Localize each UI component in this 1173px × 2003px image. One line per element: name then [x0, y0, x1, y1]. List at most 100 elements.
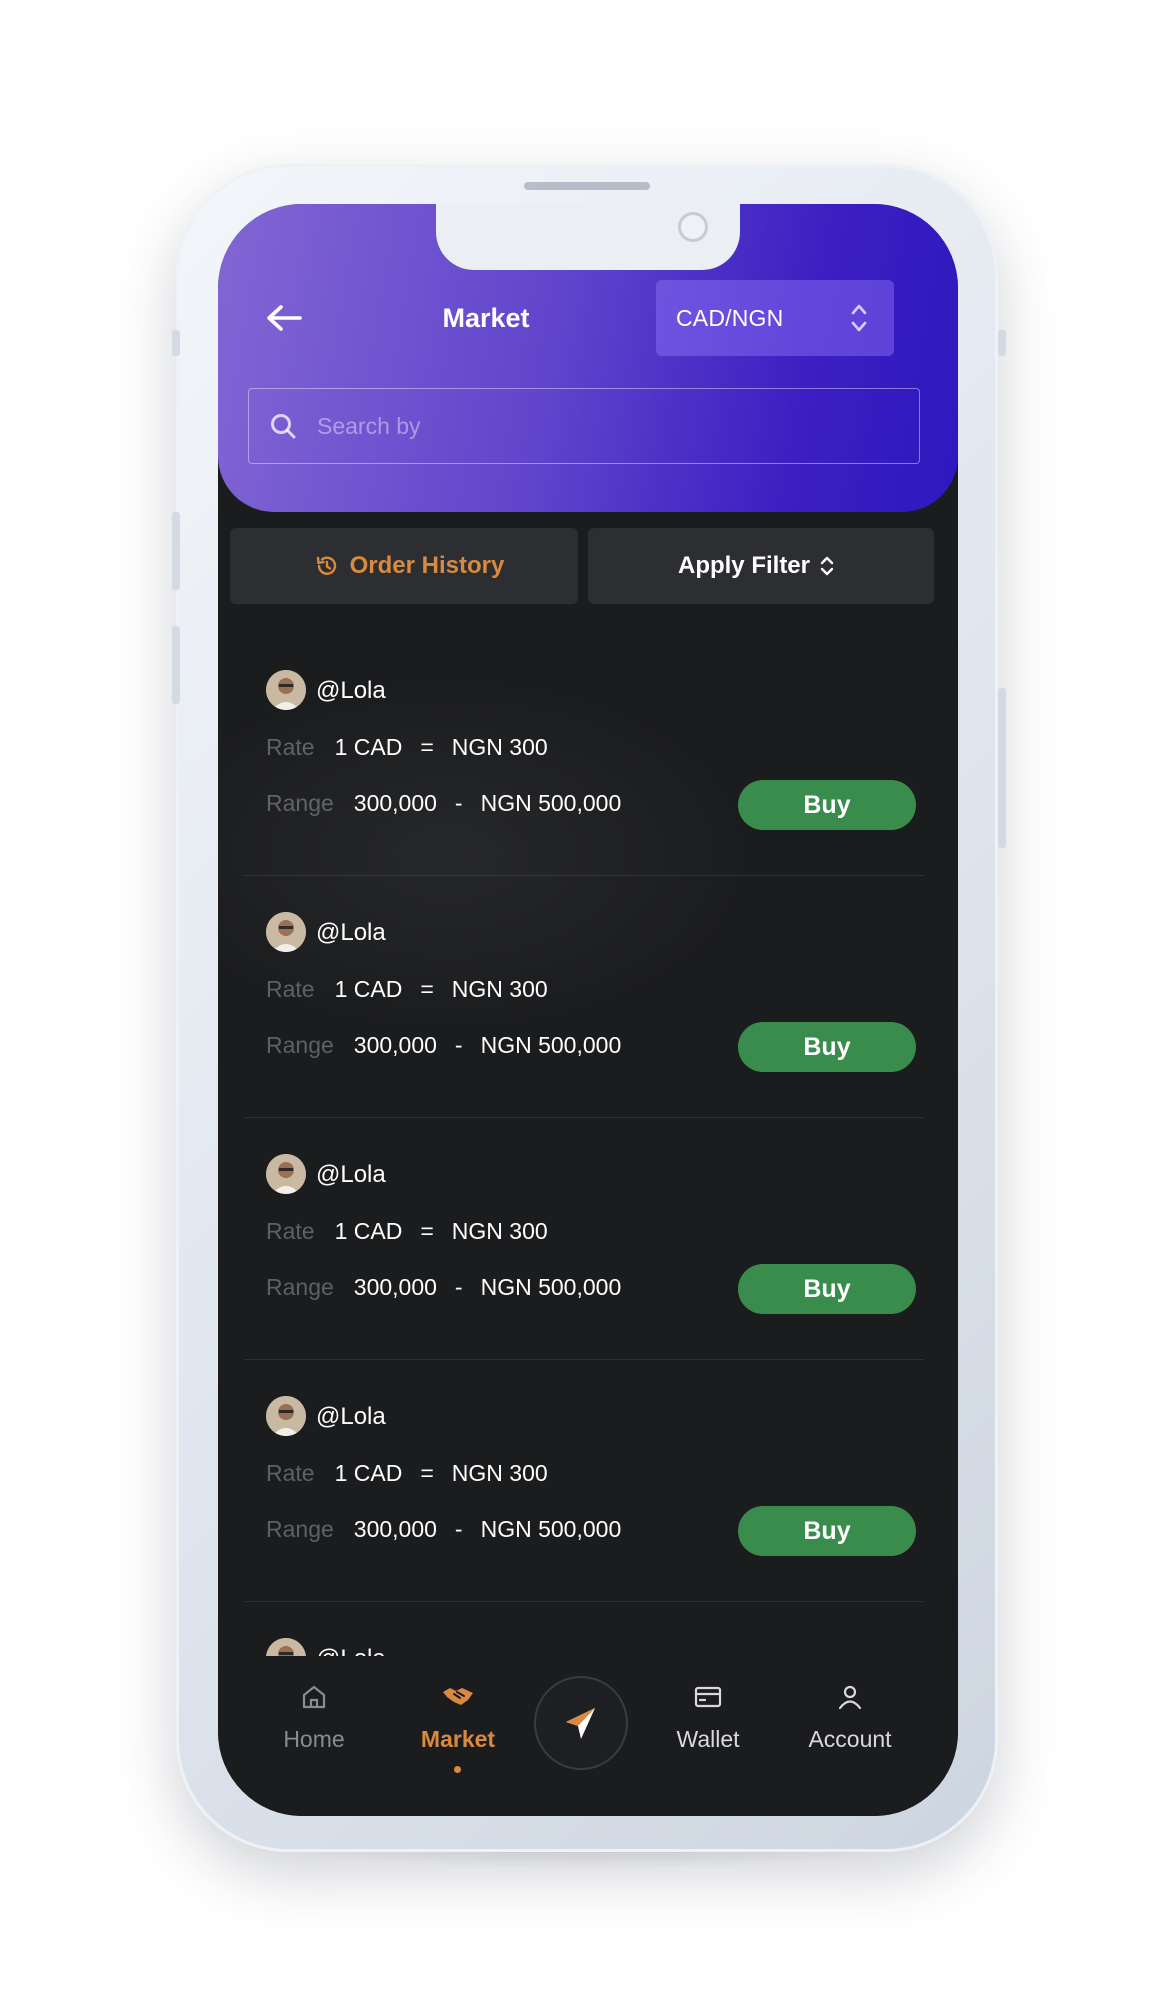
volume-down-button	[172, 626, 180, 704]
range-separator: -	[454, 1032, 463, 1058]
range-min: 300,000	[353, 1274, 437, 1300]
back-button[interactable]	[262, 296, 306, 340]
range-max: NGN 500,000	[480, 790, 622, 816]
range-row: Range 300,000- NGN 500,000	[266, 1516, 621, 1543]
range-label: Range	[266, 1032, 334, 1058]
nav-item-wallet[interactable]: Wallet	[638, 1682, 778, 1753]
rate-row: Rate 1 CAD = NGN 300	[266, 976, 548, 1003]
volume-up-button	[172, 512, 180, 590]
currency-pair-select[interactable]: CAD/NGN	[656, 280, 894, 356]
offer-item: @Lola Rate 1 CAD = NGN 300 Range 300,000- NGN…	[244, 876, 924, 1118]
range-separator: -	[454, 1516, 463, 1542]
range-row: Range 300,000- NGN 500,000	[266, 1274, 621, 1301]
buy-button[interactable]: Buy	[738, 1022, 916, 1072]
avatar	[266, 912, 306, 952]
range-max: NGN 500,000	[480, 1516, 622, 1542]
rate-equals: =	[420, 976, 434, 1002]
search-placeholder: Search by	[317, 412, 421, 439]
offer-username: @Lola	[316, 677, 386, 704]
avatar	[266, 1396, 306, 1436]
rate-equals: =	[420, 1218, 434, 1244]
rate-from: 1 CAD	[334, 976, 403, 1002]
offer-item: @Lola Rate 1 CAD = NGN 300 Range 300,000- NGN…	[244, 1118, 924, 1360]
range-label: Range	[266, 1516, 334, 1542]
avatar-image	[266, 912, 306, 952]
range-separator: -	[454, 790, 463, 816]
range-min: 300,000	[353, 1032, 437, 1058]
rate-row: Rate 1 CAD = NGN 300	[266, 1460, 548, 1487]
power-button	[998, 688, 1006, 848]
rate-label: Rate	[266, 976, 315, 1002]
arrow-left-icon	[267, 305, 302, 331]
updown-chevron-icon	[851, 304, 867, 332]
phone-screen: Market CAD/NGN Search by Order History A…	[218, 204, 958, 1816]
home-icon	[302, 1685, 326, 1709]
updown-chevron-icon	[820, 556, 834, 576]
avatar-image	[266, 670, 306, 710]
apply-filter-button[interactable]: Apply Filter	[588, 528, 934, 604]
rate-to: NGN 300	[451, 976, 548, 1002]
active-indicator-dot	[454, 1766, 461, 1773]
rate-equals: =	[420, 1460, 434, 1486]
search-input[interactable]: Search by	[248, 388, 920, 464]
nav-label-wallet: Wallet	[676, 1726, 740, 1752]
order-history-button[interactable]: Order History	[230, 528, 578, 604]
rate-to: NGN 300	[451, 1460, 548, 1486]
side-stud	[998, 330, 1006, 356]
offer-username: @Lola	[316, 919, 386, 946]
nav-item-account[interactable]: Account	[780, 1682, 920, 1753]
ringer-switch	[172, 330, 180, 356]
currency-pair-label: CAD/NGN	[676, 304, 784, 331]
range-separator: -	[454, 1274, 463, 1300]
front-camera	[678, 212, 708, 242]
buy-button[interactable]: Buy	[738, 780, 916, 830]
apply-filter-label: Apply Filter	[677, 552, 810, 579]
range-min: 300,000	[353, 1516, 437, 1542]
buy-button[interactable]: Buy	[738, 1264, 916, 1314]
range-row: Range 300,000- NGN 500,000	[266, 1032, 621, 1059]
offer-list: @Lola Rate 1 CAD = NGN 300 Range 300,000- NGN…	[218, 634, 958, 1816]
wallet-icon	[694, 1686, 722, 1708]
range-max: NGN 500,000	[480, 1032, 622, 1058]
compass-icon	[566, 1708, 595, 1739]
range-row: Range 300,000- NGN 500,000	[266, 790, 621, 817]
explore-button[interactable]	[534, 1676, 628, 1770]
notch	[436, 204, 740, 270]
avatar	[266, 1154, 306, 1194]
rate-label: Rate	[266, 1218, 315, 1244]
market-header: Market CAD/NGN Search by	[218, 204, 958, 512]
avatar-image	[266, 1154, 306, 1194]
rate-from: 1 CAD	[334, 1218, 403, 1244]
rate-to: NGN 300	[451, 734, 548, 760]
search-icon	[271, 414, 296, 439]
user-icon	[838, 1685, 862, 1710]
nav-item-market[interactable]: Market	[388, 1682, 528, 1773]
rate-label: Rate	[266, 1460, 315, 1486]
rate-row: Rate 1 CAD = NGN 300	[266, 1218, 548, 1245]
range-max: NGN 500,000	[480, 1274, 622, 1300]
rate-from: 1 CAD	[334, 1460, 403, 1486]
rate-row: Rate 1 CAD = NGN 300	[266, 734, 548, 761]
buy-button[interactable]: Buy	[738, 1506, 916, 1556]
handshake-icon	[443, 1688, 473, 1705]
offer-item: @Lola Rate 1 CAD = NGN 300 Range 300,000- NGN…	[244, 1360, 924, 1602]
nav-item-home[interactable]: Home	[244, 1682, 384, 1753]
range-label: Range	[266, 790, 334, 816]
history-icon	[316, 556, 336, 575]
earpiece	[524, 182, 650, 190]
offer-username: @Lola	[316, 1403, 386, 1430]
offer-username: @Lola	[316, 1161, 386, 1188]
rate-from: 1 CAD	[334, 734, 403, 760]
range-min: 300,000	[353, 790, 437, 816]
avatar	[266, 670, 306, 710]
rate-to: NGN 300	[451, 1218, 548, 1244]
range-label: Range	[266, 1274, 334, 1300]
order-history-label: Order History	[349, 552, 505, 579]
offer-item: @Lola Rate 1 CAD = NGN 300 Range 300,000- NGN…	[244, 634, 924, 876]
rate-equals: =	[420, 734, 434, 760]
nav-label-home: Home	[283, 1726, 345, 1752]
nav-label-market: Market	[420, 1726, 496, 1752]
avatar-image	[266, 1396, 306, 1436]
nav-label-account: Account	[808, 1726, 892, 1752]
rate-label: Rate	[266, 734, 315, 760]
